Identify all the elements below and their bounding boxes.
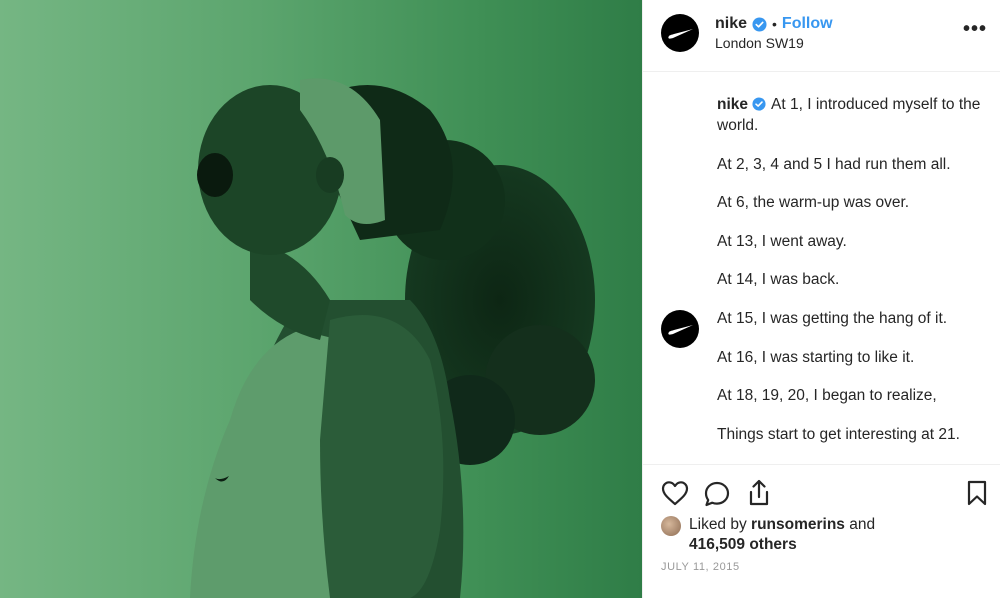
post-header: nike • Follow London SW19 ••• [643,0,1000,72]
caption-line: nike At 1, I introduced myself to the wor… [717,96,981,134]
athlete-illustration [190,78,595,598]
post-location[interactable]: London SW19 [715,35,804,51]
caption-line: At 18, 19, 20, I began to realize, [717,387,937,405]
likes-text: Liked by runsomerins and 416,509 others [689,516,876,553]
caption-line: At 6, the warm-up was over. [717,194,910,212]
post-caption: nike At 1, I introduced myself to the wor… [717,94,995,445]
caption-line: Things start to get interesting at 21. [717,425,960,443]
post-username[interactable]: nike [715,15,747,33]
caption-avatar[interactable] [661,310,699,348]
caption-line: At 13, I went away. [717,232,847,250]
caption-line: At 2, 3, 4 and 5 I had run them all. [717,155,951,173]
post-image[interactable] [0,0,642,598]
header-separator: • [772,16,777,32]
liker-username[interactable]: runsomerins [751,516,845,533]
comments-area: nike At 1, I introduced myself to the wor… [643,72,1000,464]
verified-badge-icon [752,16,767,32]
likes-summary: Liked by runsomerins and 416,509 others [661,515,875,555]
share-icon[interactable] [745,478,773,513]
likes-count[interactable]: 416,509 others [689,536,797,553]
nike-swoosh-icon [668,325,693,335]
post-actions: Liked by runsomerins and 416,509 others … [643,464,1000,598]
verified-badge-icon [752,97,767,112]
caption-line: At 16, I was starting to like it. [717,348,915,366]
bookmark-icon[interactable] [965,479,989,512]
post-date[interactable]: JULY 11, 2015 [661,561,740,573]
heart-icon[interactable] [661,480,689,511]
follow-button[interactable]: Follow [782,15,833,33]
caption-line: At 15, I was getting the hang of it. [717,309,948,327]
comment-icon[interactable] [703,480,731,513]
post-sidebar: nike • Follow London SW19 ••• nike At 1, … [642,0,1000,598]
liker-avatar[interactable] [661,516,681,536]
profile-avatar[interactable] [661,14,699,52]
more-options-icon[interactable]: ••• [963,18,987,41]
caption-line: At 14, I was back. [717,271,840,289]
caption-username[interactable]: nike [717,96,748,113]
nike-swoosh-icon [668,29,693,39]
